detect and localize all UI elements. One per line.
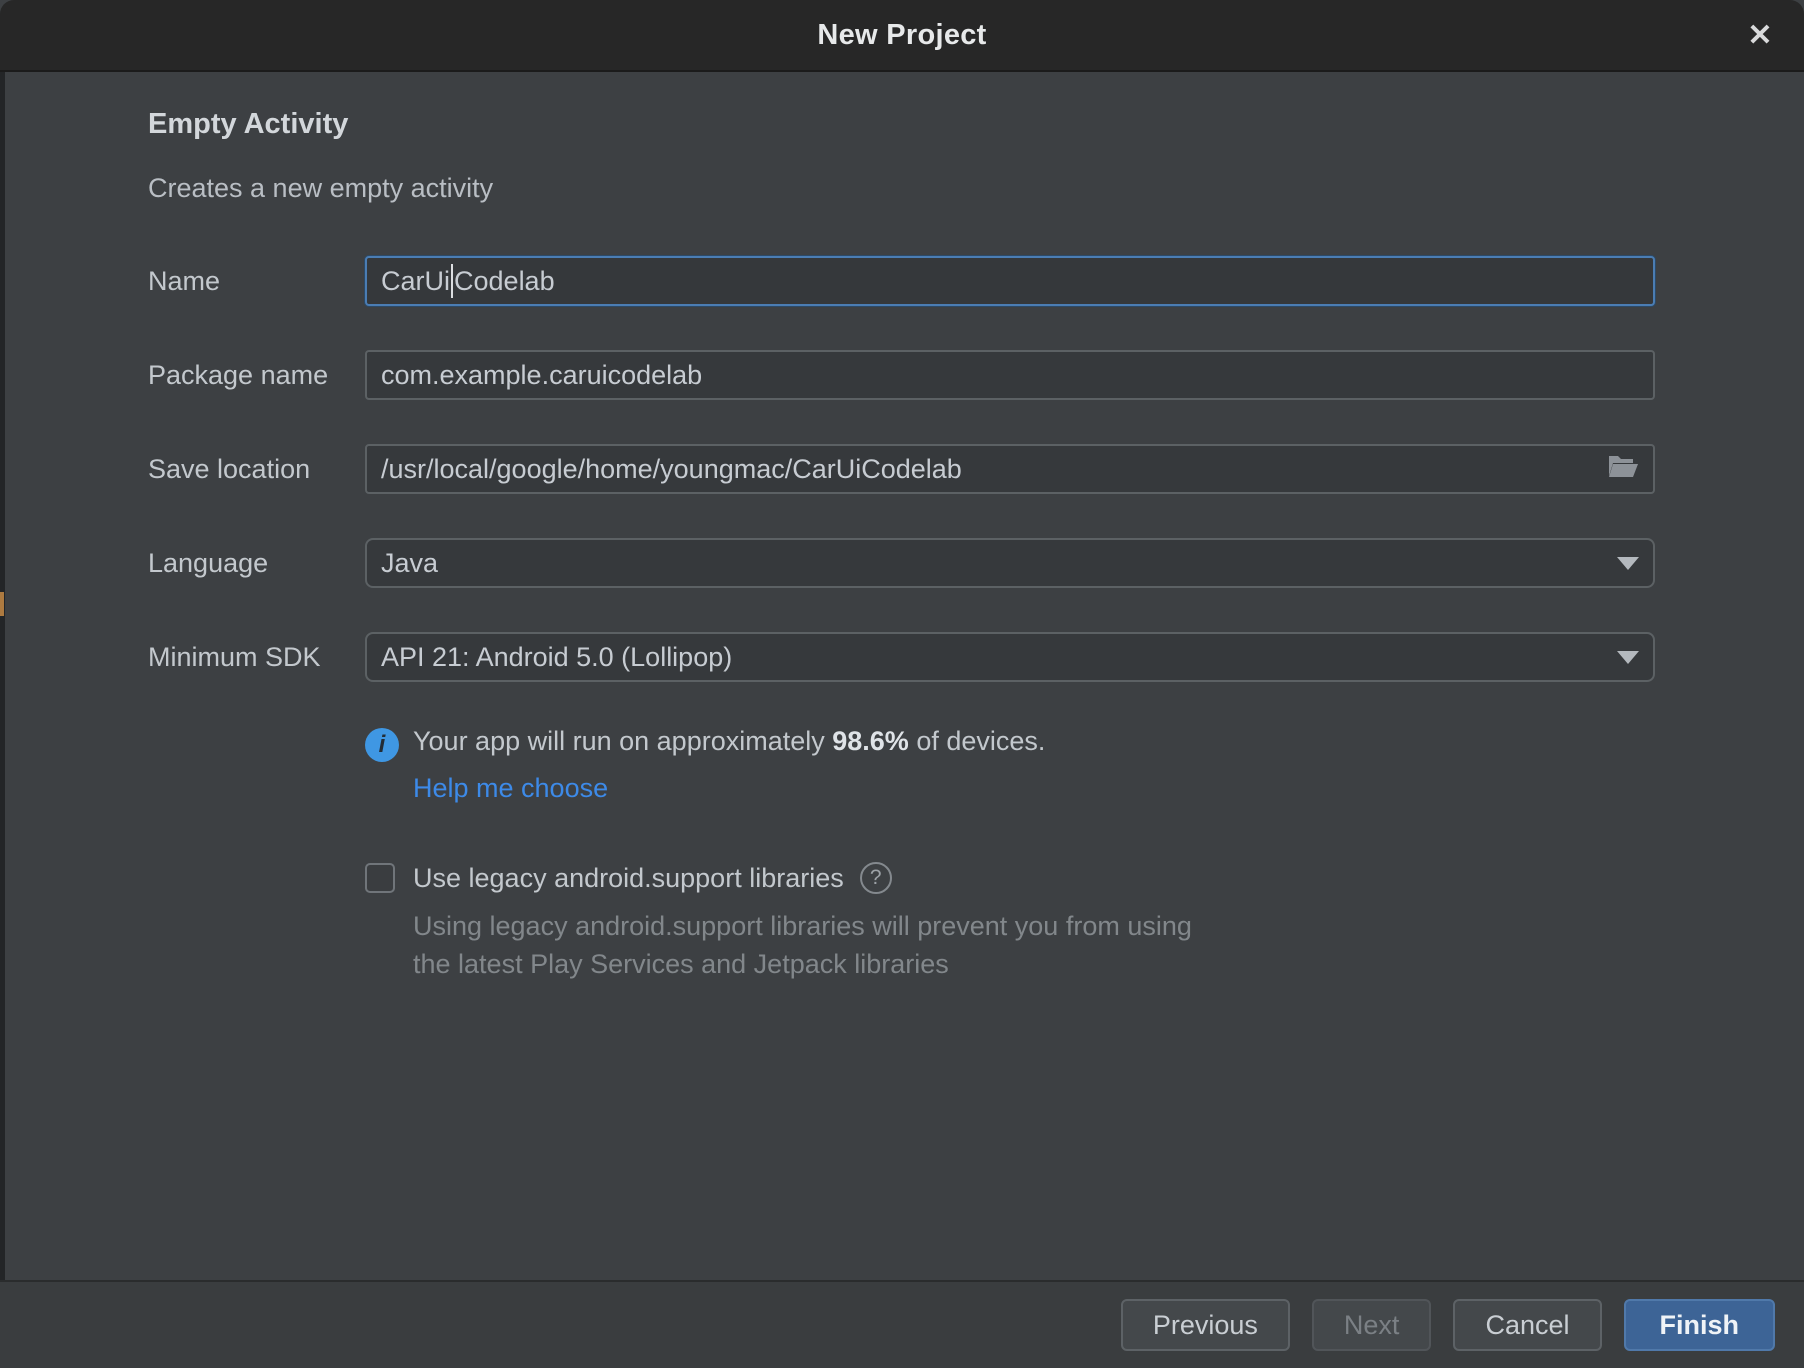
sdk-info-prefix: Your app will run on approximately [413, 726, 832, 756]
dropdown-arrow-icon [1617, 557, 1639, 570]
sdk-info-percent: 98.6% [832, 726, 909, 756]
help-icon[interactable]: ? [860, 862, 892, 894]
legacy-checkbox-label[interactable]: Use legacy android.support libraries [413, 863, 844, 894]
name-input[interactable]: CarUi Codelab [365, 256, 1655, 306]
legacy-description-line1: Using legacy android.support libraries w… [413, 908, 1655, 946]
legacy-checkbox-row: Use legacy android.support libraries ? [365, 862, 1655, 894]
min-sdk-select[interactable]: API 21: Android 5.0 (Lollipop) [365, 632, 1655, 682]
dialog-footer: Previous Next Cancel Finish [0, 1280, 1804, 1368]
legacy-description-line2: the latest Play Services and Jetpack lib… [413, 946, 1655, 984]
close-button[interactable]: ✕ [1738, 13, 1782, 57]
finish-button[interactable]: Finish [1624, 1299, 1776, 1351]
close-icon: ✕ [1747, 18, 1772, 53]
info-icon: i [365, 728, 399, 762]
folder-browse-icon[interactable] [1607, 452, 1639, 487]
language-row: Language Java [148, 538, 1655, 588]
min-sdk-value: API 21: Android 5.0 (Lollipop) [381, 642, 732, 673]
dropdown-arrow-icon [1617, 651, 1639, 664]
dialog-title: New Project [817, 19, 986, 52]
cancel-button[interactable]: Cancel [1453, 1299, 1601, 1351]
dialog-body: Empty Activity Creates a new empty activ… [0, 108, 1804, 984]
dialog-titlebar: New Project ✕ [0, 0, 1804, 72]
save-location-input[interactable]: /usr/local/google/home/youngmac/CarUiCod… [365, 444, 1655, 494]
next-button[interactable]: Next [1312, 1299, 1432, 1351]
language-label: Language [148, 548, 365, 579]
package-name-row: Package name com.example.caruicodelab [148, 350, 1655, 400]
name-value-before-caret: CarUi [381, 266, 450, 297]
left-edge-artifact [0, 592, 4, 616]
text-caret [451, 264, 453, 298]
previous-button[interactable]: Previous [1121, 1299, 1290, 1351]
language-select[interactable]: Java [365, 538, 1655, 588]
name-row: Name CarUi Codelab [148, 256, 1655, 306]
name-label: Name [148, 266, 365, 297]
page-title: Empty Activity [148, 108, 1655, 141]
sdk-info-suffix: of devices. [909, 726, 1046, 756]
min-sdk-label: Minimum SDK [148, 642, 365, 673]
save-location-label: Save location [148, 454, 365, 485]
help-me-choose-link[interactable]: Help me choose [413, 773, 608, 804]
name-value-after-caret: Codelab [454, 266, 555, 297]
min-sdk-row: Minimum SDK API 21: Android 5.0 (Lollipo… [148, 632, 1655, 682]
save-location-value: /usr/local/google/home/youngmac/CarUiCod… [381, 454, 962, 485]
package-name-input[interactable]: com.example.caruicodelab [365, 350, 1655, 400]
legacy-description: Using legacy android.support libraries w… [413, 908, 1655, 984]
sdk-info-text: Your app will run on approximately 98.6%… [413, 726, 1045, 757]
package-name-label: Package name [148, 360, 365, 391]
new-project-form: Name CarUi Codelab Package name com.exam… [148, 256, 1655, 682]
sdk-info-block: i Your app will run on approximately 98.… [365, 726, 1655, 804]
language-value: Java [381, 548, 438, 579]
legacy-libraries-block: Use legacy android.support libraries ? U… [365, 862, 1655, 984]
sdk-info-text-wrap: Your app will run on approximately 98.6%… [413, 726, 1045, 804]
legacy-checkbox[interactable] [365, 863, 395, 893]
save-location-row: Save location /usr/local/google/home/you… [148, 444, 1655, 494]
window-left-edge [0, 72, 5, 1368]
package-name-value: com.example.caruicodelab [381, 360, 702, 391]
page-subtitle: Creates a new empty activity [148, 173, 1655, 204]
help-icon-glyph: ? [870, 866, 882, 890]
info-icon-glyph: i [379, 731, 386, 759]
